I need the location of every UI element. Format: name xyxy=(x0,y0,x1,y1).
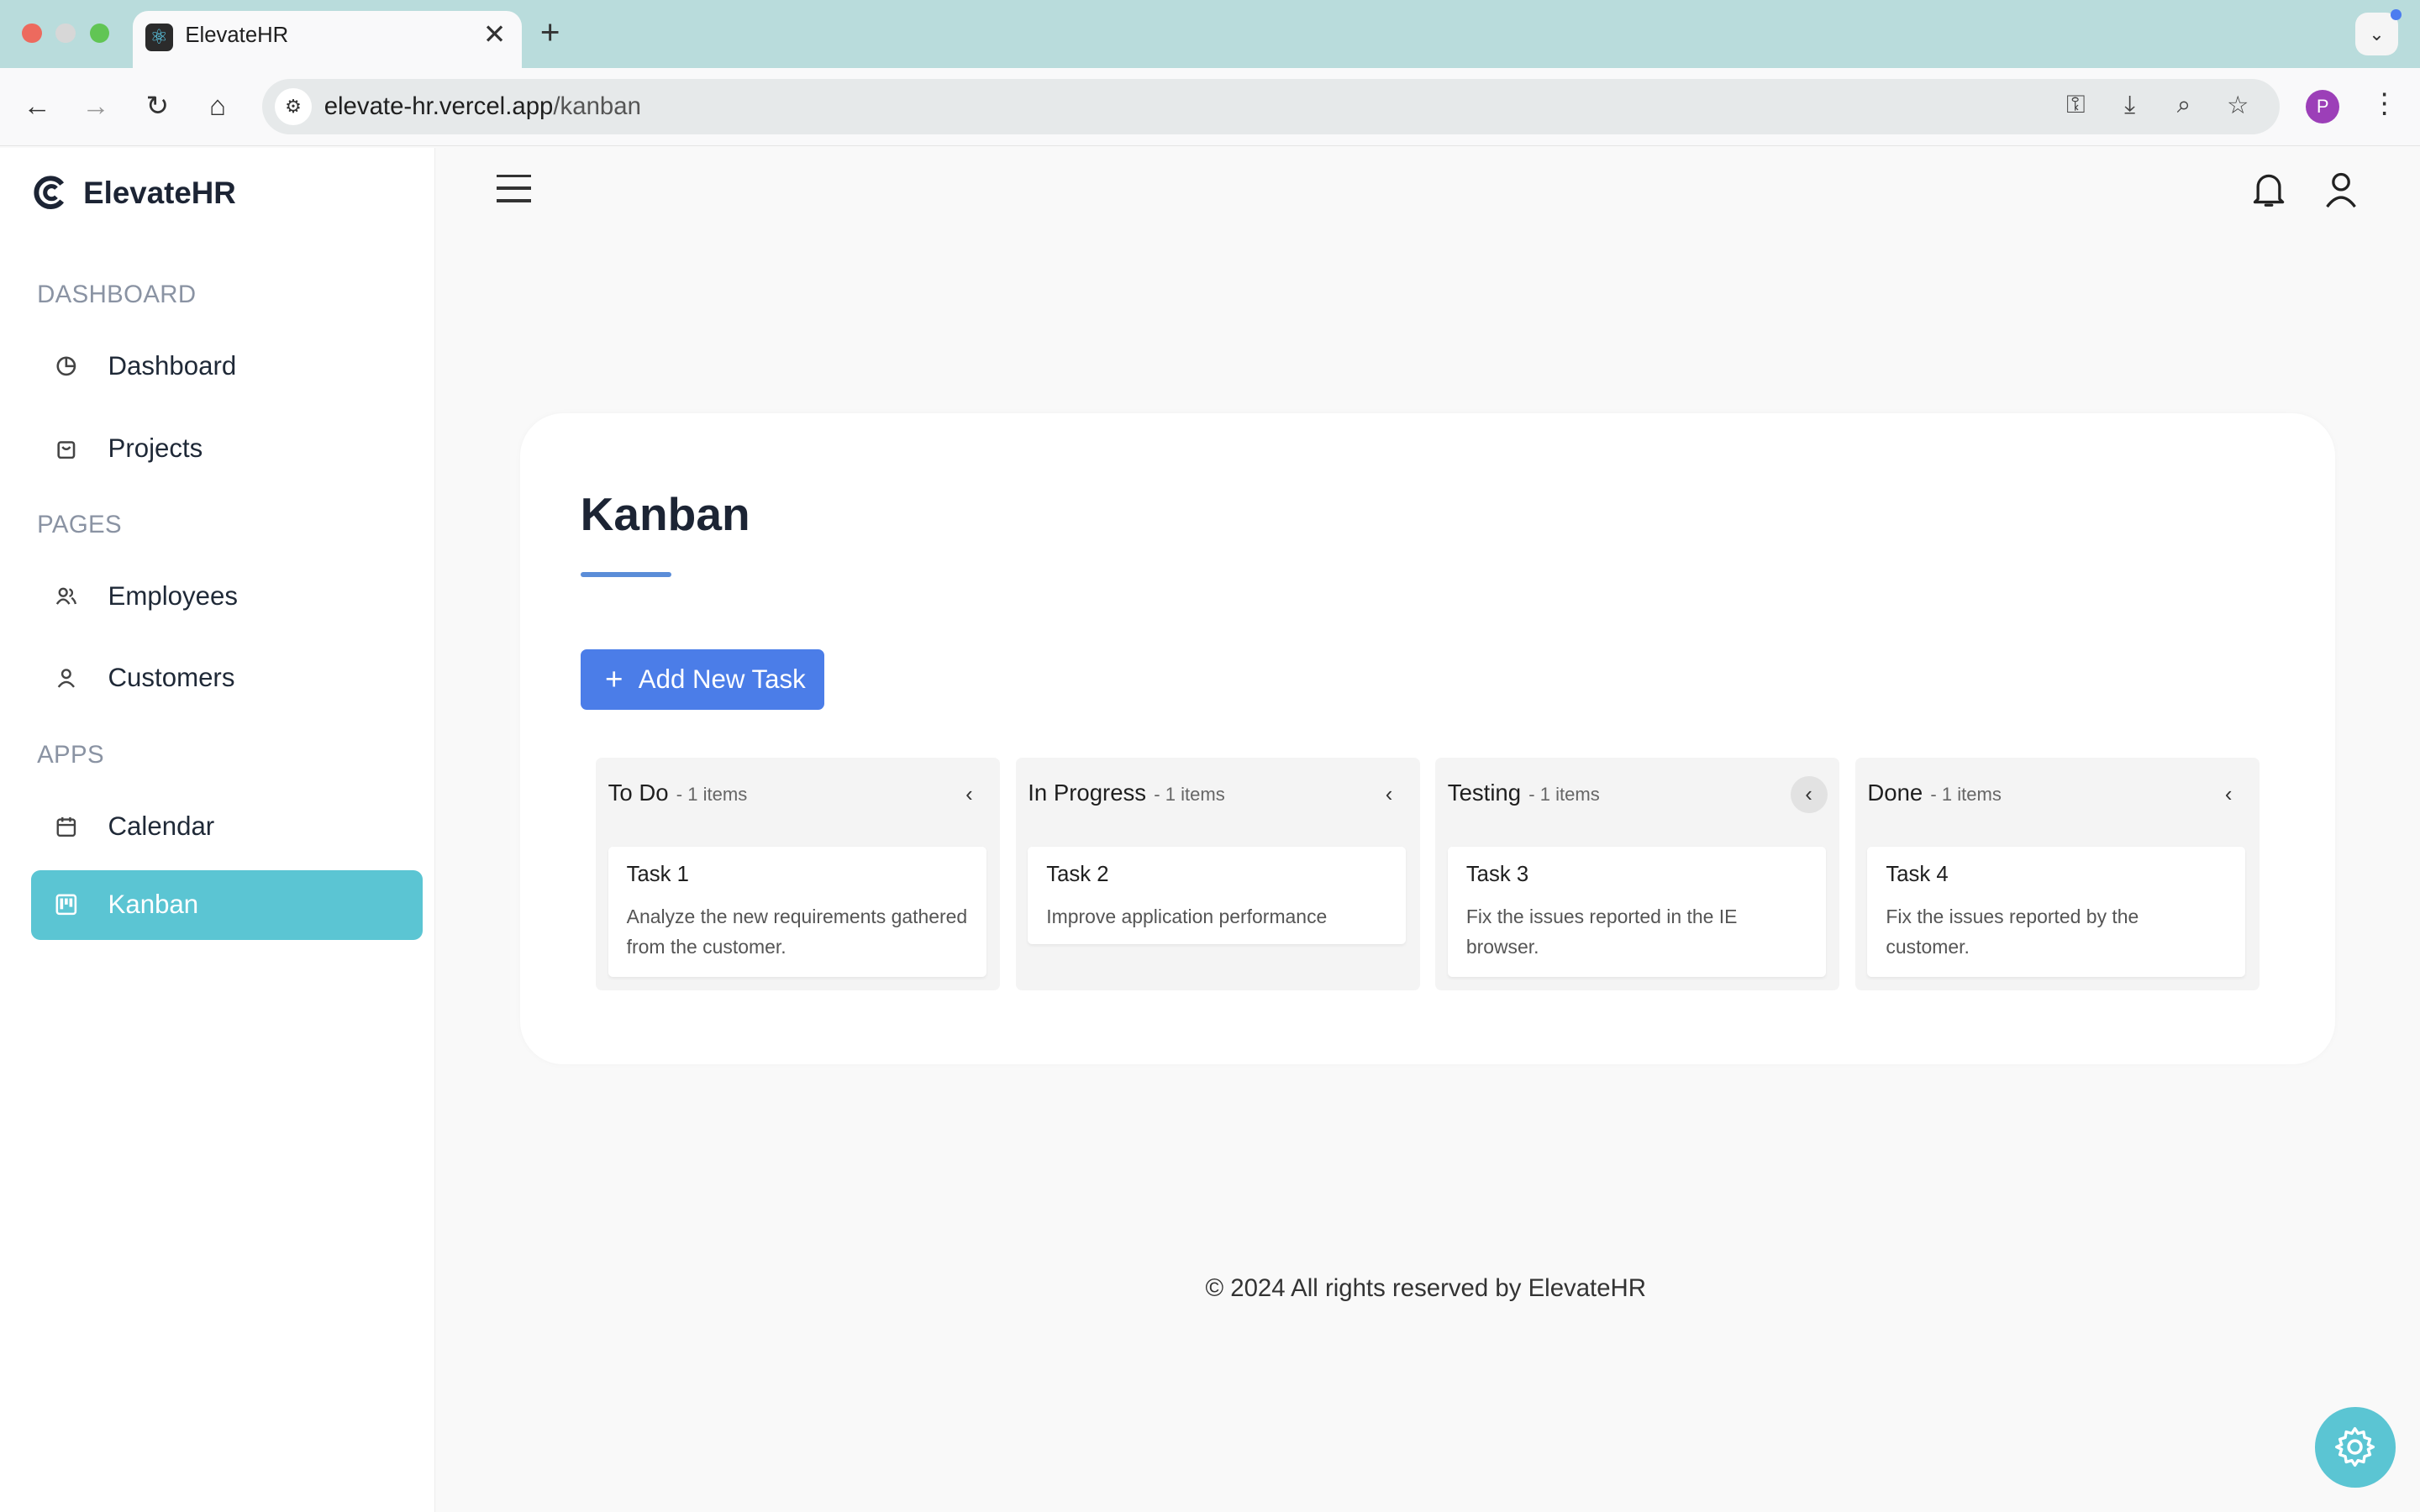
collapse-chevron-icon[interactable]: ‹ xyxy=(2210,776,2247,813)
install-app-icon[interactable]: ⤓ xyxy=(2112,91,2146,119)
profile-avatar[interactable]: P xyxy=(2306,89,2340,123)
column-header: To Do - 1 items xyxy=(608,780,748,811)
site-settings-icon[interactable]: ⚙ xyxy=(274,87,312,125)
column-name: Done xyxy=(1867,779,1923,806)
kanban-card: Kanban + Add New Task To Do - 1 items ‹ … xyxy=(519,413,2335,1065)
task-description: Analyze the new requirements gathered fr… xyxy=(626,906,968,958)
column-name: In Progress xyxy=(1028,779,1147,806)
sidebar-item-label: Employees xyxy=(108,580,238,611)
footer-copyright: © 2024 All rights reserved by ElevateHR xyxy=(1205,1274,1646,1303)
task-description: Fix the issues reported by the customer. xyxy=(1886,906,2139,958)
reload-icon[interactable]: ↻ xyxy=(139,88,176,125)
column-count: - 1 items xyxy=(676,783,748,805)
close-window-button[interactable] xyxy=(21,23,42,44)
bookmark-star-icon[interactable]: ☆ xyxy=(2221,91,2254,120)
url-text[interactable]: elevate-hr.vercel.app/kanban xyxy=(324,92,641,121)
settings-gear-button[interactable] xyxy=(2315,1407,2396,1488)
plus-icon: + xyxy=(604,661,623,696)
address-bar[interactable]: ⚙ elevate-hr.vercel.app/kanban ⚿ ⤓ ⌕ ☆ xyxy=(262,78,2280,134)
sidebar-item-dashboard[interactable]: Dashboard xyxy=(31,332,424,402)
title-underline xyxy=(580,572,671,577)
task-title: Task 3 xyxy=(1465,862,1529,886)
brand[interactable]: ElevateHR xyxy=(34,173,236,213)
browser-tabstrip: ⚛ ElevateHR ✕ + ⌄ xyxy=(0,0,2420,68)
brand-name: ElevateHR xyxy=(83,175,236,210)
column-name: To Do xyxy=(608,779,669,806)
section-label-apps: APPS xyxy=(37,740,104,769)
react-favicon-icon: ⚛ xyxy=(145,23,173,51)
gear-icon xyxy=(2335,1427,2375,1467)
new-tab-button[interactable]: + xyxy=(540,13,560,53)
kanban-column-testing: Testing - 1 items ‹ Task 3 Fix the issue… xyxy=(1435,757,1840,991)
section-label-pages: PAGES xyxy=(37,510,122,538)
sidebar-item-customers[interactable]: Customers xyxy=(31,643,424,713)
browser-tab[interactable]: ⚛ ElevateHR ✕ xyxy=(132,10,522,68)
user-icon xyxy=(55,667,77,689)
key-icon[interactable]: ⚿ xyxy=(2059,91,2092,119)
sidebar-item-label: Dashboard xyxy=(108,351,237,381)
task-title: Task 1 xyxy=(626,862,689,886)
sidebar-item-calendar[interactable]: Calendar xyxy=(31,791,424,861)
sidebar-item-label: Calendar xyxy=(108,811,215,841)
sidebar-item-kanban[interactable]: Kanban xyxy=(30,869,424,940)
column-count: - 1 items xyxy=(1528,783,1600,805)
sidebar-item-employees[interactable]: Employees xyxy=(31,562,424,632)
collapse-chevron-icon[interactable]: ‹ xyxy=(1370,776,1407,813)
section-label-dashboard: DASHBOARD xyxy=(37,281,197,309)
sidebar-item-label: Customers xyxy=(108,663,235,693)
task-card[interactable]: Task 3 Fix the issues reported in the IE… xyxy=(1447,847,1826,977)
sidebar-item-projects[interactable]: Projects xyxy=(31,413,424,483)
close-tab-icon[interactable]: ✕ xyxy=(483,18,507,52)
kanban-column-done: Done - 1 items ‹ Task 4 Fix the issues r… xyxy=(1854,757,2260,991)
task-card[interactable]: Task 1 Analyze the new requirements gath… xyxy=(608,847,986,977)
users-icon xyxy=(55,585,77,607)
hamburger-menu-icon[interactable] xyxy=(497,174,531,206)
browser-menu-icon[interactable]: ⋮ xyxy=(2370,87,2398,120)
collapse-chevron-icon[interactable]: ‹ xyxy=(950,776,987,813)
kanban-icon xyxy=(55,894,77,916)
forward-arrow-icon[interactable]: → xyxy=(77,88,114,125)
column-count: - 1 items xyxy=(1930,783,2002,805)
minimize-window-button[interactable] xyxy=(55,23,76,44)
maximize-window-button[interactable] xyxy=(89,23,110,44)
task-title: Task 2 xyxy=(1046,862,1109,886)
add-new-task-label: Add New Task xyxy=(638,664,806,695)
column-header: In Progress - 1 items xyxy=(1028,780,1225,811)
shopping-bag-icon xyxy=(55,438,77,459)
pie-chart-icon xyxy=(55,355,77,377)
task-card[interactable]: Task 4 Fix the issues reported by the cu… xyxy=(1867,847,2246,977)
page-title: Kanban xyxy=(580,488,750,541)
user-profile-icon[interactable] xyxy=(2323,170,2360,210)
task-card[interactable]: Task 2 Improve application performance xyxy=(1028,847,1407,945)
tab-title: ElevateHR xyxy=(185,23,289,47)
calendar-icon xyxy=(55,816,77,837)
column-count: - 1 items xyxy=(1154,783,1225,805)
collapse-chevron-icon[interactable]: ‹ xyxy=(1790,775,1828,813)
add-new-task-button[interactable]: + Add New Task xyxy=(580,649,824,710)
column-name: Testing xyxy=(1447,779,1522,806)
task-description: Fix the issues reported in the IE browse… xyxy=(1465,906,1738,958)
task-description: Improve application performance xyxy=(1046,906,1328,928)
column-header: Testing - 1 items xyxy=(1448,780,1600,811)
bell-icon[interactable] xyxy=(2250,170,2287,210)
zoom-icon[interactable]: ⌕ xyxy=(2167,91,2201,119)
kanban-column-todo: To Do - 1 items ‹ Task 1 Analyze the new… xyxy=(595,757,1001,991)
sidebar-item-label: Kanban xyxy=(108,890,199,920)
brand-logo-icon xyxy=(34,176,65,210)
column-header: Done - 1 items xyxy=(1867,780,2002,811)
kanban-column-in-progress: In Progress - 1 items ‹ Task 2 Improve a… xyxy=(1015,757,1420,991)
home-icon[interactable]: ⌂ xyxy=(199,88,236,125)
sidebar: ElevateHR DASHBOARD Dashboard Projects P… xyxy=(0,148,435,1512)
sidebar-item-label: Projects xyxy=(108,433,203,463)
back-arrow-icon[interactable]: ← xyxy=(18,88,55,125)
notification-dot xyxy=(2391,9,2402,20)
browser-toolbar: ← → ↻ ⌂ ⚙ elevate-hr.vercel.app/kanban ⚿… xyxy=(0,67,2420,147)
task-title: Task 4 xyxy=(1886,862,1949,886)
